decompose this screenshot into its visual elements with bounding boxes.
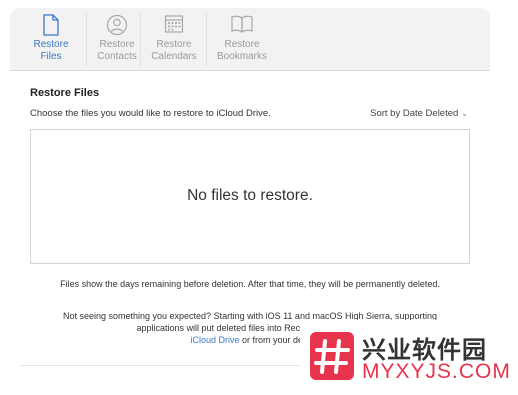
tab-divider: [140, 12, 141, 66]
tab-restore-contacts-label: Restore Contacts: [97, 39, 137, 62]
tab-restore-calendars-label: Restore Calendars: [151, 39, 197, 62]
sort-dropdown[interactable]: Sort by Date Deleted ⌄: [370, 108, 468, 119]
file-icon: [42, 14, 60, 40]
tab-restore-files-label: Restore Files: [33, 39, 69, 62]
watermark-en-text: MYXYJS.COM: [362, 360, 511, 383]
tab-restore-bookmarks[interactable]: Restore Bookmarks: [210, 8, 274, 70]
tab-restore-contacts[interactable]: Restore Contacts: [88, 8, 146, 70]
empty-state-message: No files to restore.: [187, 187, 313, 204]
tab-bar: Restore Files Restore Contacts Restore Cale…: [10, 8, 490, 71]
tab-restore-files[interactable]: Restore Files: [20, 8, 82, 70]
page-title: Restore Files: [30, 87, 100, 99]
contact-icon: [106, 14, 128, 40]
icloud-drive-link[interactable]: iCloud Drive: [190, 335, 239, 345]
retention-note: Files show the days remaining before del…: [60, 279, 440, 289]
file-list: No files to restore.: [30, 129, 470, 264]
tab-divider: [206, 12, 207, 66]
tab-restore-bookmarks-label: Restore Bookmarks: [216, 39, 267, 62]
book-icon: [230, 14, 254, 38]
tab-divider: [86, 12, 87, 66]
page-subtitle: Choose the files you would like to resto…: [30, 108, 271, 119]
sort-label: Sort by Date Deleted: [370, 108, 459, 119]
tab-restore-calendars[interactable]: Restore Calendars: [144, 8, 204, 70]
watermark-logo-icon: [310, 332, 354, 385]
calendar-icon: [164, 14, 184, 38]
chevron-down-icon: ⌄: [461, 109, 468, 118]
watermark: 兴业软件园 MYXYJS.COM: [300, 320, 518, 395]
